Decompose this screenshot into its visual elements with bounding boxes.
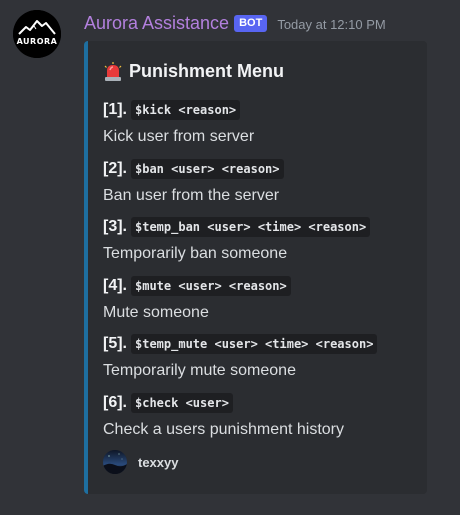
command-description: Ban user from the server xyxy=(103,187,280,204)
footer-avatar-image xyxy=(103,450,127,474)
embed-title-text: Punishment Menu xyxy=(129,61,285,81)
command-item: [1]. $kick <reason> Kick user from serve… xyxy=(103,98,254,148)
command-code: $kick <reason> xyxy=(131,100,241,120)
bot-avatar[interactable]: AURORA xyxy=(13,10,61,58)
command-number: [5]. xyxy=(103,335,127,352)
aurora-logo: AURORA xyxy=(13,10,61,58)
command-number: [6]. xyxy=(103,394,127,411)
embed-title: Punishment Menu xyxy=(103,61,284,82)
command-item: [5]. $temp_mute <user> <time> <reason> T… xyxy=(103,332,378,382)
command-code: $check <user> xyxy=(131,393,233,413)
command-number: [4]. xyxy=(103,277,127,294)
command-item: [6]. $check <user> Check a users punishm… xyxy=(103,391,344,441)
embed-card: Punishment Menu [1]. $kick <reason> Kick… xyxy=(84,41,427,494)
command-description: Kick user from server xyxy=(103,128,255,145)
avatar-logo-text: AURORA xyxy=(17,37,58,46)
command-code: $temp_mute <user> <time> <reason> xyxy=(131,334,378,354)
command-description: Temporarily mute someone xyxy=(103,362,296,379)
command-number: [1]. xyxy=(103,101,127,118)
footer-text: texxyy xyxy=(138,454,179,470)
author-name[interactable]: Aurora Assistance xyxy=(84,13,229,34)
command-description: Temporarily ban someone xyxy=(103,245,288,262)
command-item: [4]. $mute <user> <reason> Mute someone xyxy=(103,274,291,324)
message-header: Aurora Assistance BOT Today at 12:10 PM xyxy=(84,12,386,34)
command-number: [2]. xyxy=(103,160,127,177)
footer-avatar xyxy=(103,450,127,474)
siren-icon xyxy=(104,61,122,81)
chat-message: AURORA Aurora Assistance BOT Today at 12… xyxy=(0,0,460,515)
command-description: Mute someone xyxy=(103,304,209,321)
command-description: Check a users punishment history xyxy=(103,421,344,438)
command-item: [2]. $ban <user> <reason> Ban user from … xyxy=(103,157,284,207)
command-code: $ban <user> <reason> xyxy=(131,159,284,179)
command-code: $temp_ban <user> <time> <reason> xyxy=(131,217,371,237)
command-item: [3]. $temp_ban <user> <time> <reason> Te… xyxy=(103,215,371,265)
command-number: [3]. xyxy=(103,218,127,235)
bot-badge: BOT xyxy=(234,14,268,32)
command-code: $mute <user> <reason> xyxy=(131,276,291,296)
embed-footer: texxyy xyxy=(103,450,178,474)
message-timestamp[interactable]: Today at 12:10 PM xyxy=(277,17,385,32)
